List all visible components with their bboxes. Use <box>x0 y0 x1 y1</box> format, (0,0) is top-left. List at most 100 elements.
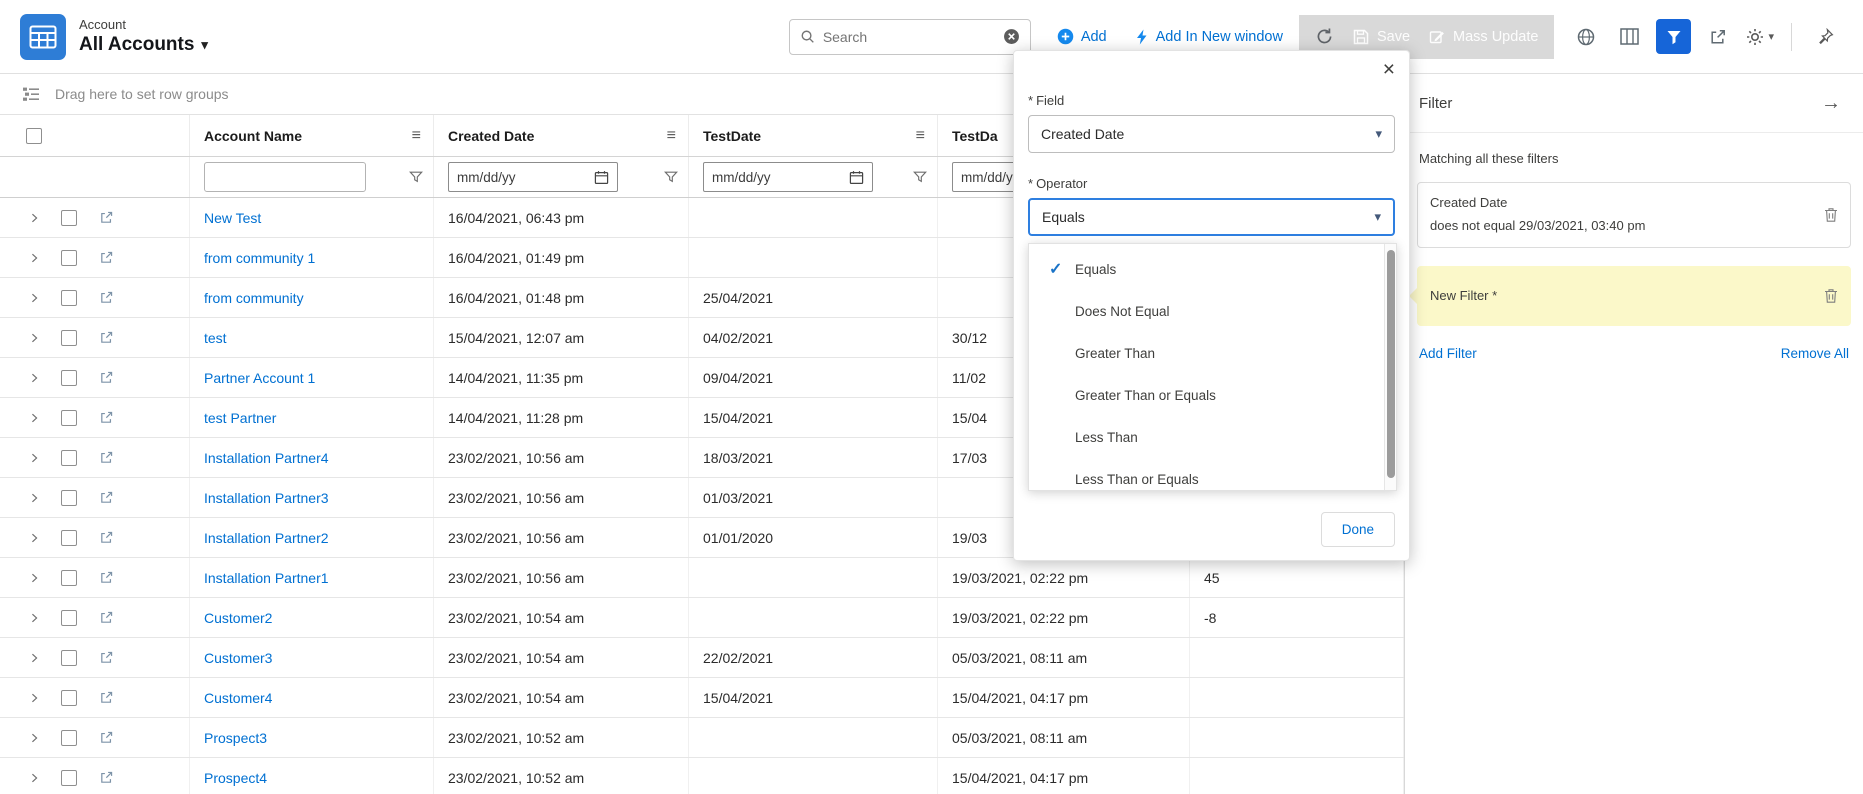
row-checkbox[interactable] <box>61 610 77 626</box>
column-menu-icon[interactable]: ≡ <box>667 127 676 145</box>
add-filter-link[interactable]: Add Filter <box>1419 346 1477 361</box>
row-checkbox[interactable] <box>61 490 77 506</box>
mass-update-button[interactable]: Mass Update <box>1429 29 1538 45</box>
operator-option[interactable]: ✓Equals <box>1029 248 1396 290</box>
calendar-icon[interactable] <box>594 170 609 185</box>
expand-row-icon[interactable] <box>26 212 42 224</box>
filter-button[interactable] <box>1656 19 1691 54</box>
open-record-icon[interactable] <box>99 570 114 585</box>
filter-card[interactable]: New Filter * <box>1417 266 1851 326</box>
account-name-link[interactable]: Installation Partner3 <box>204 490 329 506</box>
expand-row-icon[interactable] <box>26 492 42 504</box>
account-name-link[interactable]: Customer2 <box>204 610 272 626</box>
open-record-icon[interactable] <box>99 490 114 505</box>
filter-funnel-icon[interactable] <box>409 170 423 184</box>
open-record-icon[interactable] <box>99 530 114 545</box>
open-record-icon[interactable] <box>99 650 114 665</box>
operator-select[interactable]: Equals ▾ <box>1028 198 1395 236</box>
column-header-account-name[interactable]: Account Name ≡ <box>190 115 434 156</box>
account-name-link[interactable]: from community 1 <box>204 250 315 266</box>
filter-funnel-icon[interactable] <box>664 170 678 184</box>
operator-option[interactable]: Less Than <box>1029 416 1396 458</box>
account-name-link[interactable]: Installation Partner2 <box>204 530 329 546</box>
column-menu-icon[interactable]: ≡ <box>412 127 421 145</box>
row-checkbox[interactable] <box>61 330 77 346</box>
save-button[interactable]: Save <box>1353 29 1410 45</box>
open-record-icon[interactable] <box>99 250 114 265</box>
row-checkbox[interactable] <box>61 250 77 266</box>
open-record-icon[interactable] <box>99 730 114 745</box>
expand-row-icon[interactable] <box>26 732 42 744</box>
expand-row-icon[interactable] <box>26 252 42 264</box>
pin-icon[interactable] <box>1809 21 1841 53</box>
add-in-new-window-button[interactable]: Add In New window <box>1135 29 1283 45</box>
row-checkbox[interactable] <box>61 730 77 746</box>
collapse-panel-icon[interactable]: → <box>1821 92 1841 115</box>
operator-option[interactable]: Does Not Equal <box>1029 290 1396 332</box>
expand-row-icon[interactable] <box>26 572 42 584</box>
account-name-link[interactable]: Partner Account 1 <box>204 370 315 386</box>
row-checkbox[interactable] <box>61 370 77 386</box>
open-record-icon[interactable] <box>99 770 114 785</box>
account-name-link[interactable]: Prospect3 <box>204 730 267 746</box>
expand-row-icon[interactable] <box>26 532 42 544</box>
row-checkbox[interactable] <box>61 570 77 586</box>
filter-funnel-icon[interactable] <box>913 170 927 184</box>
operator-option[interactable]: Less Than or Equals <box>1029 458 1396 491</box>
expand-row-icon[interactable] <box>26 652 42 664</box>
account-name-link[interactable]: Customer3 <box>204 650 272 666</box>
sync-icon[interactable] <box>1570 21 1602 53</box>
row-checkbox[interactable] <box>61 690 77 706</box>
calendar-icon[interactable] <box>849 170 864 185</box>
refresh-button[interactable] <box>1315 27 1334 46</box>
open-new-window-icon[interactable] <box>1702 21 1734 53</box>
test-date-filter-input[interactable]: mm/dd/yy <box>703 162 873 192</box>
expand-row-icon[interactable] <box>26 292 42 304</box>
close-icon[interactable]: × <box>1383 59 1395 80</box>
account-name-filter-input[interactable] <box>204 162 366 192</box>
expand-row-icon[interactable] <box>26 452 42 464</box>
remove-all-link[interactable]: Remove All <box>1781 346 1849 361</box>
account-name-link[interactable]: New Test <box>204 210 261 226</box>
row-checkbox[interactable] <box>61 650 77 666</box>
expand-row-icon[interactable] <box>26 612 42 624</box>
account-name-link[interactable]: test <box>204 330 227 346</box>
open-record-icon[interactable] <box>99 410 114 425</box>
clear-search-icon[interactable] <box>1003 28 1020 45</box>
row-checkbox[interactable] <box>61 210 77 226</box>
row-checkbox[interactable] <box>61 450 77 466</box>
expand-row-icon[interactable] <box>26 412 42 424</box>
open-record-icon[interactable] <box>99 610 114 625</box>
view-selector[interactable]: All Accounts ▾ <box>79 34 208 56</box>
expand-row-icon[interactable] <box>26 772 42 784</box>
add-button[interactable]: Add <box>1057 28 1107 45</box>
account-name-link[interactable]: test Partner <box>204 410 276 426</box>
open-record-icon[interactable] <box>99 210 114 225</box>
account-name-link[interactable]: from community <box>204 290 304 306</box>
search-input[interactable] <box>823 29 995 45</box>
column-menu-icon[interactable]: ≡ <box>916 127 925 145</box>
column-header-created-date[interactable]: Created Date ≡ <box>434 115 689 156</box>
open-record-icon[interactable] <box>99 450 114 465</box>
settings-button[interactable]: ▾ <box>1745 21 1774 53</box>
open-record-icon[interactable] <box>99 330 114 345</box>
row-checkbox[interactable] <box>61 290 77 306</box>
row-checkbox[interactable] <box>61 770 77 786</box>
open-record-icon[interactable] <box>99 290 114 305</box>
select-all-checkbox[interactable] <box>26 128 42 144</box>
account-name-link[interactable]: Prospect4 <box>204 770 267 786</box>
created-date-filter-input[interactable]: mm/dd/yy <box>448 162 618 192</box>
expand-row-icon[interactable] <box>26 692 42 704</box>
app-grid-icon[interactable] <box>20 14 66 60</box>
done-button[interactable]: Done <box>1321 512 1395 547</box>
column-header-test-date[interactable]: TestDate ≡ <box>689 115 938 156</box>
open-record-icon[interactable] <box>99 690 114 705</box>
operator-option[interactable]: Greater Than or Equals <box>1029 374 1396 416</box>
expand-row-icon[interactable] <box>26 332 42 344</box>
expand-row-icon[interactable] <box>26 372 42 384</box>
operator-option[interactable]: Greater Than <box>1029 332 1396 374</box>
row-checkbox[interactable] <box>61 530 77 546</box>
account-name-link[interactable]: Installation Partner1 <box>204 570 329 586</box>
row-checkbox[interactable] <box>61 410 77 426</box>
delete-filter-icon[interactable] <box>1824 288 1838 304</box>
